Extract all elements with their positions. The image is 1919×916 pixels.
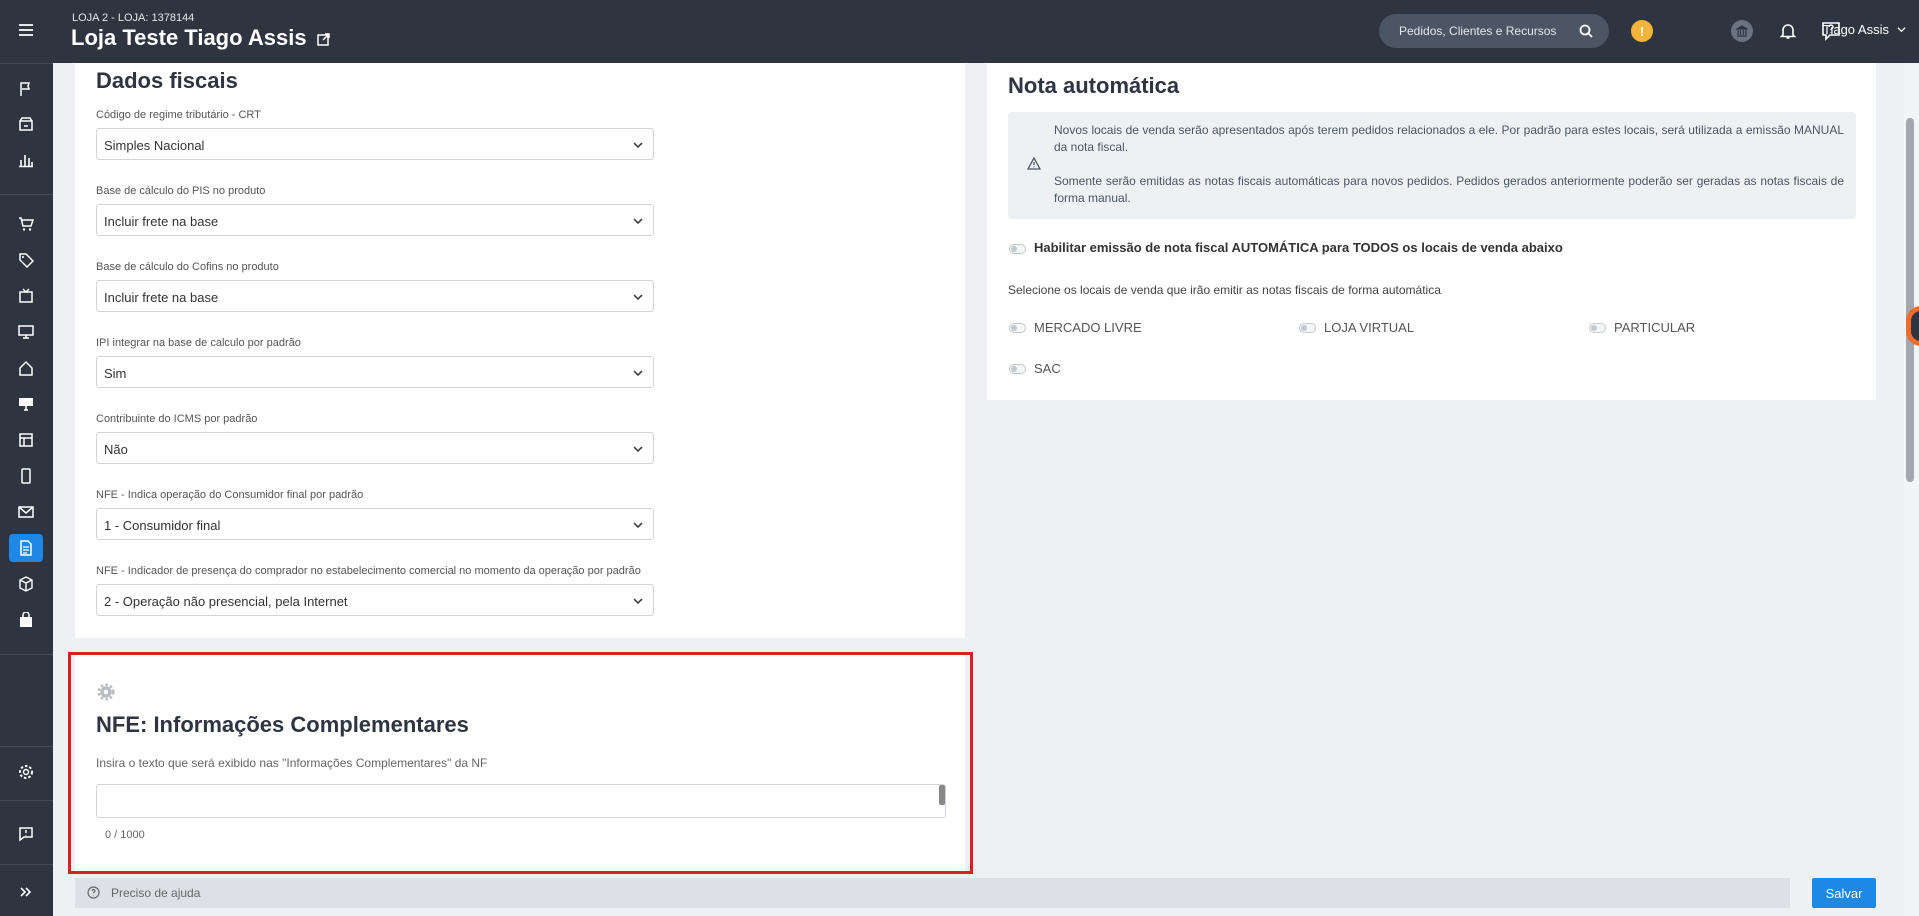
crt-value: Simples Nacional [104, 138, 205, 153]
monitor-icon[interactable] [9, 318, 43, 346]
chevron-down-icon [1897, 27, 1906, 33]
store-title-text: Loja Teste Tiago Assis [71, 25, 307, 50]
chevron-down-icon [633, 142, 643, 149]
warning-icon [1027, 157, 1041, 170]
mail-icon[interactable] [9, 498, 43, 526]
info-text-1: Novos locais de venda serão apresentados… [1054, 123, 1844, 154]
topbar: LOJA 2 - LOJA: 1378144 Loja Teste Tiago … [53, 0, 1919, 63]
info-box: Novos locais de venda serão apresentados… [1008, 112, 1856, 219]
crt-label: Código de regime tributário - CRT [96, 109, 261, 121]
help-text: Preciso de ajuda [111, 886, 201, 900]
icms-label: Contribuinte do ICMS por padrão [96, 413, 258, 425]
alert-icon[interactable]: ! [1631, 20, 1653, 42]
label-mercado-livre: MERCADO LIVRE [1034, 320, 1142, 335]
presenca-value: 2 - Operação não presencial, pela Intern… [104, 594, 348, 609]
menu-icon[interactable] [9, 16, 43, 44]
ipi-select[interactable]: Sim [96, 356, 654, 388]
store-subtitle: LOJA 2 - LOJA: 1378144 [72, 12, 195, 24]
cofins-value: Incluir frete na base [104, 290, 219, 305]
icms-value: Não [104, 442, 128, 457]
info-text-2: Somente serão emitidas as notas fiscais … [1054, 174, 1844, 205]
expand-icon[interactable] [9, 878, 43, 906]
cofins-label: Base de cálculo do Cofins no produto [96, 261, 279, 273]
pis-label: Base de cálculo do PIS no produto [96, 185, 266, 197]
chevron-down-icon [633, 218, 643, 225]
gear-icon[interactable] [9, 758, 43, 786]
layout-icon[interactable] [9, 426, 43, 454]
pis-value: Incluir frete na base [104, 214, 219, 229]
nota-title: Nota automática [1008, 73, 1180, 98]
mobile-icon[interactable] [9, 462, 43, 490]
label-sac: SAC [1034, 361, 1061, 376]
help-bar[interactable]: Preciso de ajuda [75, 878, 1790, 908]
box-icon[interactable] [9, 570, 43, 598]
bell-icon[interactable] [1777, 20, 1799, 42]
presenca-select[interactable]: 2 - Operação não presencial, pela Intern… [96, 584, 654, 616]
cofins-select[interactable]: Incluir frete na base [96, 280, 654, 312]
enable-all-label: Habilitar emissão de nota fiscal AUTOMÁT… [1034, 240, 1563, 255]
cart-icon[interactable] [9, 210, 43, 238]
label-loja-virtual: LOJA VIRTUAL [1324, 320, 1415, 335]
home-icon[interactable] [9, 354, 43, 382]
desktop-icon[interactable] [9, 390, 43, 418]
chevron-down-icon [633, 370, 643, 377]
highlight-box [68, 652, 973, 874]
consumidor-select[interactable]: 1 - Consumidor final [96, 508, 654, 540]
toggle-particular[interactable] [1589, 323, 1606, 333]
toggle-loja-virtual[interactable] [1299, 323, 1316, 333]
fiscal-title: Dados fiscais [96, 68, 238, 93]
label-particular: PARTICULAR [1614, 320, 1696, 335]
ipi-label: IPI integrar na base de calculo por padr… [96, 337, 301, 349]
consumidor-value: 1 - Consumidor final [104, 518, 221, 533]
consumidor-label: NFE - Indica operação do Consumidor fina… [96, 489, 364, 501]
toggle-sac[interactable] [1009, 364, 1026, 374]
store-icon[interactable] [9, 110, 43, 138]
tag-icon[interactable] [9, 246, 43, 274]
crt-select[interactable]: Simples Nacional [96, 128, 654, 160]
user-name: Tiago Assis [1823, 22, 1889, 37]
user-menu[interactable]: Tiago Assis [1823, 22, 1906, 37]
question-icon [87, 886, 100, 899]
bar-chart-icon[interactable] [9, 146, 43, 174]
select-label: Selecione os locais de venda que irão em… [1008, 283, 1441, 297]
search-icon[interactable] [1579, 24, 1593, 38]
feedback-icon[interactable] [9, 820, 43, 848]
tv-icon[interactable] [9, 282, 43, 310]
save-button[interactable]: Salvar [1812, 878, 1876, 908]
presenca-label: NFE - Indicador de presença do comprador… [96, 565, 641, 577]
bank-icon[interactable] [1731, 20, 1753, 42]
chevron-down-icon [633, 446, 643, 453]
scrollbar-thumb[interactable] [1906, 118, 1914, 482]
bag-icon[interactable] [9, 606, 43, 634]
enable-all-toggle[interactable] [1009, 244, 1026, 254]
external-link-icon[interactable] [316, 32, 330, 46]
global-search[interactable]: Pedidos, Clientes e Recursos [1379, 14, 1609, 48]
toggle-mercado-livre[interactable] [1009, 323, 1026, 333]
ipi-value: Sim [104, 366, 127, 381]
document-icon[interactable] [9, 534, 43, 562]
flag-icon[interactable] [9, 75, 43, 103]
chevron-down-icon [633, 294, 643, 301]
pis-select[interactable]: Incluir frete na base [96, 204, 654, 236]
chevron-down-icon [633, 522, 643, 529]
sidebar [0, 0, 53, 916]
search-placeholder: Pedidos, Clientes e Recursos [1399, 24, 1557, 38]
icms-select[interactable]: Não [96, 432, 654, 464]
chevron-down-icon [633, 598, 643, 605]
store-title[interactable]: Loja Teste Tiago Assis [71, 25, 330, 51]
